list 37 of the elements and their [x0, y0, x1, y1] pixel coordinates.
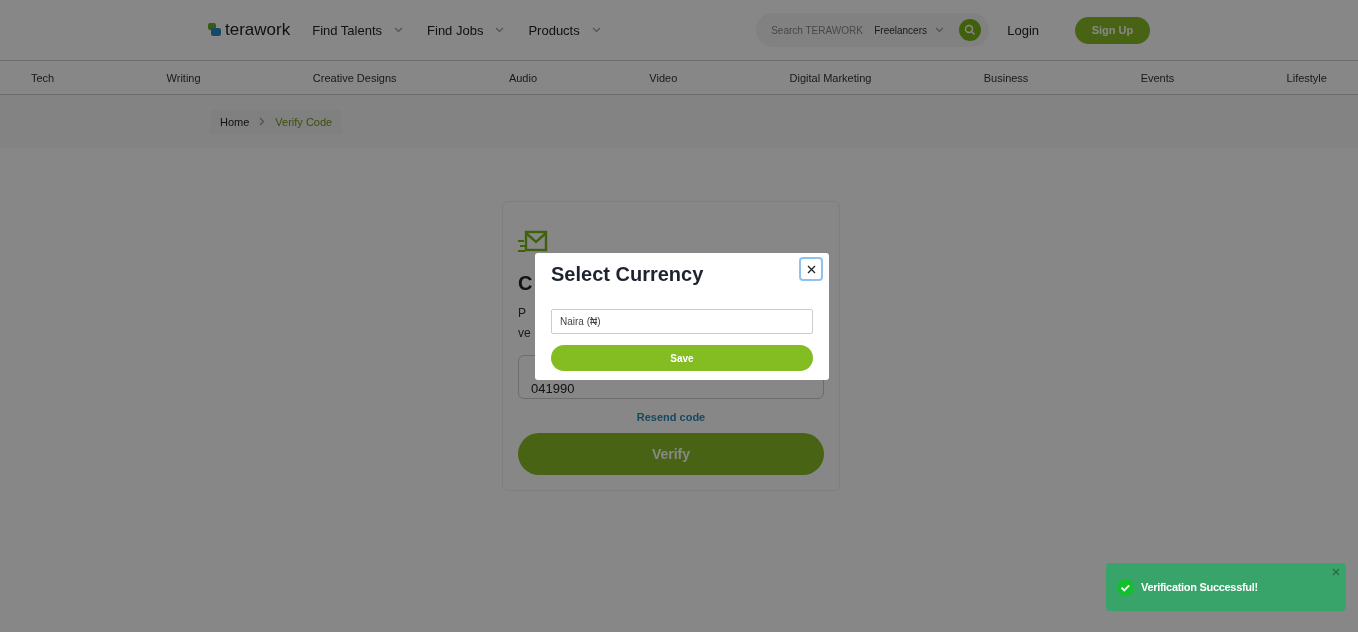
card-heading: C: [518, 272, 533, 295]
resend-link[interactable]: Resend code: [636, 411, 706, 423]
nav-menu[interactable]: Products: [528, 22, 601, 38]
category-link[interactable]: Writing: [166, 71, 201, 84]
instruction-text: ve: [518, 325, 531, 342]
category-link[interactable]: Business: [983, 71, 1029, 84]
close-icon: [806, 264, 816, 274]
chevron-down-icon: [935, 27, 944, 33]
chevron-down-icon: [394, 27, 404, 33]
chevron-right-icon: [259, 117, 266, 126]
search-button[interactable]: [959, 19, 982, 41]
search-scope[interactable]: Freelancers: [874, 24, 927, 36]
category-link[interactable]: Creative Designs: [312, 71, 397, 84]
category-link[interactable]: Tech: [31, 71, 55, 84]
nav-menu[interactable]: Find Jobs: [427, 22, 505, 38]
breadcrumb-link[interactable]: Home: [220, 115, 250, 128]
logo-icon: [207, 23, 222, 37]
category-link[interactable]: Lifestyle: [1286, 71, 1327, 84]
chevron-down-icon: [495, 27, 505, 33]
search-field[interactable]: Search TERAWORK: [771, 24, 867, 36]
close-button[interactable]: [799, 257, 823, 281]
search-icon: [964, 24, 977, 36]
category-link[interactable]: Audio: [508, 71, 538, 84]
currency-select[interactable]: Naira (₦): [551, 309, 813, 334]
category-link[interactable]: Video: [649, 71, 678, 84]
check-circle-icon: [1117, 578, 1134, 596]
login-link[interactable]: Login: [1001, 21, 1045, 39]
close-icon: [1332, 568, 1340, 576]
logo-text[interactable]: terawork: [225, 20, 291, 40]
chevron-down-icon: [591, 27, 601, 33]
category-link[interactable]: Digital Marketing: [789, 71, 872, 84]
nav-menu[interactable]: Find Talents: [312, 22, 404, 38]
dialog-title: Select Currency: [551, 263, 704, 286]
category-link[interactable]: Events: [1140, 71, 1175, 84]
instruction-text: P: [518, 305, 526, 322]
toast-message: Verification Successful!: [1141, 581, 1258, 593]
mail-icon: [518, 230, 548, 254]
